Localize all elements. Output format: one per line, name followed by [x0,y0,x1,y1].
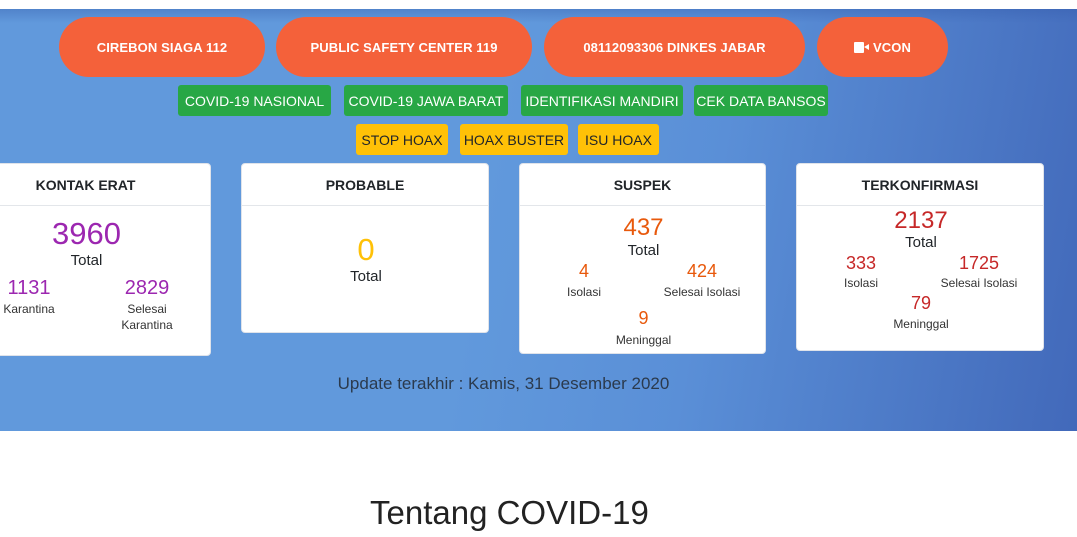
selesai-karantina-label: Selesai Karantina [107,301,187,333]
label-line: Karantina [121,318,173,332]
public-safety-center-119-button[interactable]: PUBLIC SAFETY CENTER 119 [276,17,532,77]
kontak-erat-total: 3960 [52,216,121,251]
video-camera-icon [854,41,870,53]
meninggal-label: Meninggal [893,317,949,331]
terkonfirmasi-total: 2137 [894,207,948,234]
selesai-isolasi-count: 1725 [958,253,1000,273]
stop-hoax-button[interactable]: STOP HOAX [356,124,448,155]
covid-jawa-barat-button[interactable]: COVID-19 JAWA BARAT [344,85,508,116]
button-label: CEK DATA BANSOS [696,92,826,109]
total-label: Total [627,242,660,259]
meninggal-count: 79 [910,293,932,313]
suspek-card: SUSPEK 437 Total 4 Isolasi 424 Selesai I… [519,163,766,354]
terkonfirmasi-card: TERKONFIRMASI 2137 Total 333 Isolasi 172… [796,163,1044,351]
karantina-count: 1131 [7,277,51,299]
selesai-isolasi-label: Selesai Isolasi [663,285,741,299]
total-label: Total [905,234,937,251]
isolasi-label: Isolasi [843,276,878,290]
meninggal-count: 9 [638,308,649,328]
isolasi-count: 4 [578,261,589,281]
selesai-karantina-count: 2829 [124,277,170,299]
button-label: COVID-19 JAWA BARAT [348,92,504,109]
selesai-isolasi-label: Selesai Isolasi [940,276,1018,290]
card-title: PROBABLE [242,164,488,206]
total-label: Total [350,268,382,285]
suspek-total: 437 [623,214,664,241]
button-label: STOP HOAX [361,131,443,148]
covid-nasional-button[interactable]: COVID-19 NASIONAL [178,85,331,116]
button-label: VCON [873,39,911,55]
label-line: Selesai [127,302,167,316]
card-title: TERKONFIRMASI [797,164,1043,206]
card-title: SUSPEK [520,164,765,206]
button-label: PUBLIC SAFETY CENTER 119 [310,39,498,55]
button-label: ISU HOAX [585,131,652,148]
identifikasi-mandiri-button[interactable]: IDENTIFIKASI MANDIRI [521,85,683,116]
vcon-button[interactable]: VCON [817,17,948,77]
isu-hoax-button[interactable]: ISU HOAX [578,124,659,155]
hero-banner: CIREBON SIAGA 112 PUBLIC SAFETY CENTER 1… [0,9,1077,431]
button-label: HOAX BUSTER [463,131,565,148]
kontak-erat-card: KONTAK ERAT 3960 Total 1131 Karantina 28… [0,163,211,356]
cek-data-bansos-button[interactable]: CEK DATA BANSOS [694,85,828,116]
total-label: Total [70,252,103,269]
isolasi-label: Isolasi [566,285,601,299]
section-title: Tentang COVID-19 [370,494,649,531]
karantina-label: Karantina [3,302,55,316]
isolasi-count: 333 [845,253,877,273]
probable-card: PROBABLE 0 Total [241,163,489,333]
top-strip [0,0,1077,9]
button-label: CIREBON SIAGA 112 [96,39,228,55]
selesai-isolasi-count: 424 [686,261,718,281]
button-label: IDENTIFIKASI MANDIRI [525,92,679,109]
hoax-buster-button[interactable]: HOAX BUSTER [460,124,568,155]
card-title: KONTAK ERAT [0,164,210,206]
last-update-text: Update terakhir : Kamis, 31 Desember 202… [337,374,670,393]
probable-total: 0 [357,232,375,267]
meninggal-label: Meninggal [615,333,672,347]
cirebon-siaga-112-button[interactable]: CIREBON SIAGA 112 [59,17,265,77]
button-label: COVID-19 NASIONAL [184,92,325,109]
button-label: 08112093306 DINKES JABAR [583,39,766,55]
dinkes-jabar-hotline-button[interactable]: 08112093306 DINKES JABAR [544,17,805,77]
